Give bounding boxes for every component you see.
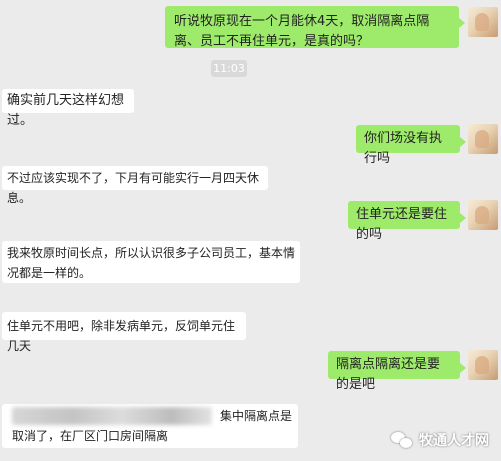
- message-text: 确实前几天这样幻想过。: [7, 93, 125, 128]
- message-bubble-received: 我来牧原时间长点，所以认识很多子公司员工，基本情况都是一样的。: [2, 241, 300, 283]
- message-bubble-sent: 听说牧原现在一个月能休4天，取消隔离点隔离、员工不再住单元，是真的吗？: [165, 6, 465, 49]
- message-text: 不过应该实现不了，下月有可能实行一月四天休息。: [7, 171, 260, 205]
- message-text: 听说牧原现在一个月能休4天，取消隔离点隔离、员工不再住单元，是真的吗？: [174, 14, 430, 49]
- avatar[interactable]: [468, 124, 498, 154]
- avatar[interactable]: [468, 7, 498, 37]
- message-bubble-sent: 你们场没有执行吗: [356, 125, 466, 166]
- timestamp-label: 11:03: [211, 60, 247, 77]
- message-text: 隔离点隔离还是要的是吧: [336, 357, 441, 392]
- redacted-text: [12, 407, 212, 425]
- message-text: 住单元还是要住的吗: [356, 207, 448, 242]
- wechat-icon: [391, 432, 413, 448]
- message-text: 我来牧原时间长点，所以认识很多子公司员工，基本情况都是一样的。: [7, 246, 296, 280]
- avatar[interactable]: [468, 200, 498, 230]
- avatar[interactable]: [468, 350, 498, 380]
- message-text: 住单元不用吧，除非发病单元，反饲单元住几天: [7, 319, 236, 353]
- message-bubble-received: 住单元不用吧，除非发病单元，反饲单元住几天: [2, 312, 246, 353]
- message-bubble-sent: 隔离点隔离还是要的是吧: [328, 351, 466, 392]
- message-bubble-sent: 住单元还是要住的吗: [348, 201, 466, 242]
- message-text: 你们场没有执行吗: [364, 131, 443, 166]
- watermark: 牧通人才网: [391, 430, 489, 450]
- message-bubble-received: 不过应该实现不了，下月有可能实行一月四天休息。: [2, 166, 268, 205]
- watermark-text: 牧通人才网: [419, 433, 489, 449]
- message-bubble-received: 确实前几天这样幻想过。: [2, 89, 134, 128]
